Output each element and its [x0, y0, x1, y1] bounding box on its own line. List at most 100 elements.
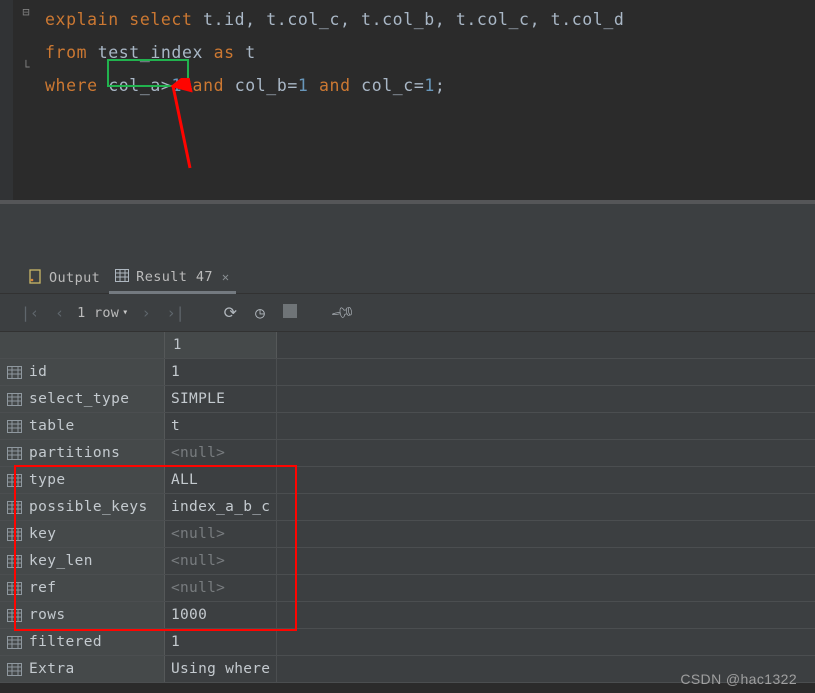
- refresh-icon[interactable]: ⟳: [220, 301, 241, 324]
- row-value-cell[interactable]: 1: [165, 629, 277, 655]
- table-icon: [7, 447, 22, 460]
- sql-editor[interactable]: ⊟ └ explain select t.id, t.col_c, t.col_…: [0, 0, 815, 200]
- row-value-cell[interactable]: Using where: [165, 656, 277, 682]
- pin-icon[interactable]: 📌︎: [329, 301, 357, 324]
- row-key-label: filtered: [29, 634, 102, 650]
- grid-toolbar: |‹ ‹ 1 row ▾ › ›| ⟳ ◷ 📌︎: [0, 294, 815, 332]
- op-gt: >: [161, 76, 172, 95]
- row-header-cell[interactable]: possible_keys: [0, 494, 165, 520]
- semicolon: ;: [435, 76, 446, 95]
- prev-page-icon[interactable]: ‹: [52, 302, 67, 324]
- table-row[interactable]: type ALL: [0, 467, 815, 494]
- table-row[interactable]: filtered 1: [0, 629, 815, 656]
- row-header-cell[interactable]: select_type: [0, 386, 165, 412]
- table-row[interactable]: partitions <null>: [0, 440, 815, 467]
- row-key-label: select_type: [29, 391, 129, 407]
- row-value-cell[interactable]: <null>: [165, 575, 277, 601]
- last-page-icon[interactable]: ›|: [164, 302, 188, 324]
- table-icon: [7, 501, 22, 514]
- table-icon: [7, 636, 22, 649]
- rows-dropdown[interactable]: 1 row ▾: [77, 305, 128, 321]
- tab-result[interactable]: Result 47 ✕: [109, 265, 235, 294]
- next-page-icon[interactable]: ›: [139, 302, 154, 324]
- row-value-cell[interactable]: <null>: [165, 548, 277, 574]
- row-key-label: key_len: [29, 553, 93, 569]
- row-value-cell[interactable]: <null>: [165, 440, 277, 466]
- row-header-cell[interactable]: key_len: [0, 548, 165, 574]
- clock-refresh-icon[interactable]: ◷: [251, 301, 269, 324]
- table-alias: t: [245, 43, 256, 62]
- table-row[interactable]: ref <null>: [0, 575, 815, 602]
- row-value-cell[interactable]: 1000: [165, 602, 277, 628]
- table-row[interactable]: id1: [0, 359, 815, 386]
- keyword-and-2: and: [319, 76, 351, 95]
- literal-1c: 1: [424, 76, 435, 95]
- results-grid: 1 id1select_typeSIMPLEtabletpartitions<n…: [0, 332, 815, 683]
- row-value-cell[interactable]: index_a_b_c: [165, 494, 277, 520]
- table-name: test_index: [98, 43, 203, 62]
- first-page-icon[interactable]: |‹: [18, 302, 42, 324]
- code-line-1[interactable]: explain select t.id, t.col_c, t.col_b, t…: [7, 3, 815, 36]
- keyword-from: from: [45, 43, 87, 62]
- tab-output[interactable]: Output: [22, 265, 106, 293]
- row-header-cell[interactable]: ref: [0, 575, 165, 601]
- cond-col-c: col_c: [361, 76, 414, 95]
- row-key-label: type: [29, 472, 66, 488]
- table-row[interactable]: possible_keys index_a_b_c: [0, 494, 815, 521]
- grid-column-header[interactable]: 1: [165, 332, 277, 358]
- row-header-cell[interactable]: key: [0, 521, 165, 547]
- stop-icon[interactable]: [279, 301, 301, 324]
- table-row[interactable]: key_len <null>: [0, 548, 815, 575]
- table-icon: [7, 474, 22, 487]
- rows-count-label: 1 row: [77, 305, 119, 321]
- grid-header-row: 1: [0, 332, 815, 359]
- op-eq-1: =: [287, 76, 298, 95]
- row-key-label: Extra: [29, 661, 75, 677]
- tab-result-label: Result 47: [136, 269, 213, 285]
- spacer: [0, 204, 815, 264]
- row-header-cell[interactable]: type: [0, 467, 165, 493]
- table-icon: [7, 609, 22, 622]
- close-icon[interactable]: ✕: [222, 270, 230, 284]
- row-value-cell[interactable]: t: [165, 413, 277, 439]
- row-key-label: key: [29, 526, 56, 542]
- literal-1a: 1: [171, 76, 182, 95]
- table-icon: [7, 366, 22, 379]
- row-header-cell[interactable]: rows: [0, 602, 165, 628]
- code-line-2[interactable]: from test_index as t: [7, 36, 815, 69]
- table-row[interactable]: key <null>: [0, 521, 815, 548]
- row-header-cell[interactable]: id: [0, 359, 165, 385]
- grid-corner-cell[interactable]: [0, 332, 165, 358]
- table-icon: [7, 528, 22, 541]
- watermark: CSDN @hac1322: [680, 671, 797, 687]
- row-header-cell[interactable]: Extra: [0, 656, 165, 682]
- row-key-label: partitions: [29, 445, 120, 461]
- cond-col-a: col_a: [108, 76, 161, 95]
- table-row[interactable]: rows 1000: [0, 602, 815, 629]
- row-value-cell[interactable]: ALL: [165, 467, 277, 493]
- row-header-cell[interactable]: table: [0, 413, 165, 439]
- table-icon: [7, 582, 22, 595]
- cond-col-b: col_b: [235, 76, 288, 95]
- row-header-cell[interactable]: partitions: [0, 440, 165, 466]
- row-key-label: rows: [29, 607, 66, 623]
- row-value-cell[interactable]: SIMPLE: [165, 386, 277, 412]
- row-value-cell[interactable]: 1: [165, 359, 277, 385]
- row-header-cell[interactable]: filtered: [0, 629, 165, 655]
- code-line-3[interactable]: where col_a>1 and col_b=1 and col_c=1;: [7, 69, 815, 102]
- row-key-label: table: [29, 418, 75, 434]
- table-row[interactable]: table t: [0, 413, 815, 440]
- row-key-label: ref: [29, 580, 56, 596]
- literal-1b: 1: [298, 76, 309, 95]
- sql-file-icon: [28, 269, 42, 288]
- keyword-explain: explain: [45, 10, 119, 29]
- keyword-where: where: [45, 76, 98, 95]
- select-columns: t.id, t.col_c, t.col_b, t.col_c, t.col_d: [203, 10, 624, 29]
- keyword-as: as: [214, 43, 235, 62]
- table-icon: [7, 663, 22, 676]
- row-key-label: possible_keys: [29, 499, 148, 515]
- row-value-cell[interactable]: <null>: [165, 521, 277, 547]
- tab-output-label: Output: [49, 270, 100, 286]
- chevron-down-icon: ▾: [122, 307, 128, 318]
- table-row[interactable]: select_type SIMPLE: [0, 386, 815, 413]
